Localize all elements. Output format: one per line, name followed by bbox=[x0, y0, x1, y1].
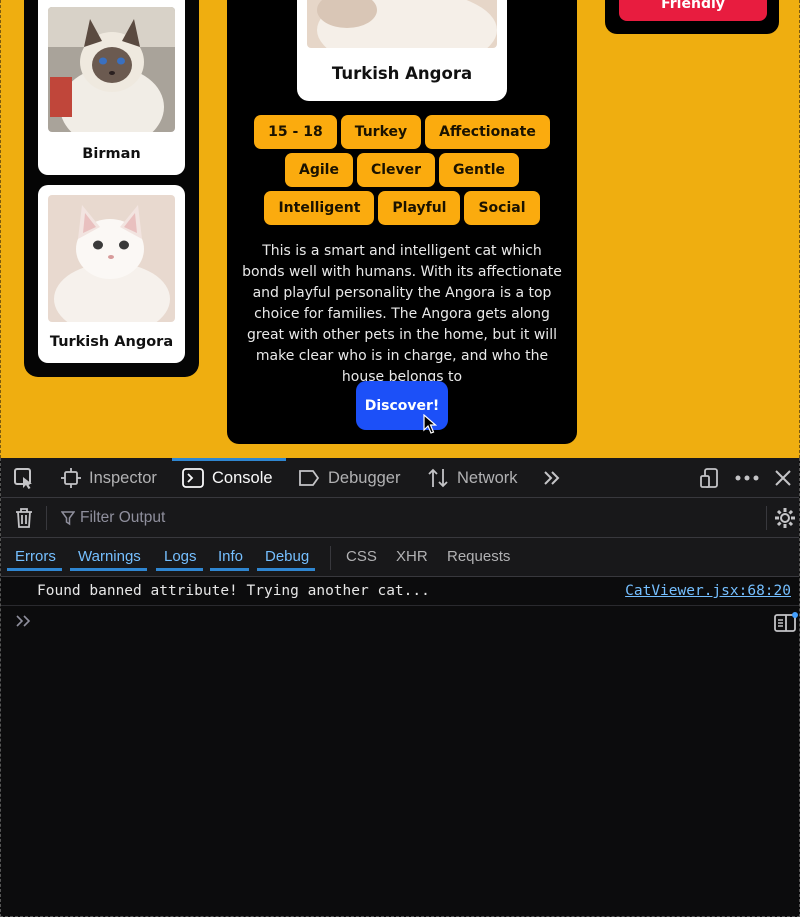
filter-output-input[interactable] bbox=[59, 506, 759, 530]
selected-cat-card: Turkish Angora bbox=[297, 0, 507, 101]
tag-temperament: Playful bbox=[378, 191, 461, 225]
tab-debugger-label: Debugger bbox=[328, 468, 401, 487]
element-picker-icon[interactable] bbox=[9, 458, 39, 498]
filter-errors-button[interactable]: Errors bbox=[7, 548, 62, 571]
tag-temperament: Gentle bbox=[439, 153, 519, 187]
console-message-text: Found banned attribute! Trying another c… bbox=[37, 583, 430, 599]
console-prompt-chevron-icon bbox=[16, 615, 31, 627]
console-filter-bar bbox=[1, 498, 799, 538]
toolbar-divider bbox=[330, 546, 331, 570]
cat-photo-turkish-angora bbox=[48, 195, 175, 322]
debugger-icon bbox=[299, 470, 320, 486]
filter-xhr-button[interactable]: XHR bbox=[396, 548, 428, 565]
filter-requests-button[interactable]: Requests bbox=[447, 548, 510, 565]
filter-info-button[interactable]: Info bbox=[210, 548, 250, 571]
tag-temperament: Intelligent bbox=[264, 191, 375, 225]
more-tabs-chevron-icon[interactable] bbox=[539, 458, 565, 498]
split-console-icon[interactable] bbox=[774, 612, 798, 639]
tag-temperament: Affectionate bbox=[425, 115, 550, 149]
filter-warnings-button[interactable]: Warnings bbox=[70, 548, 147, 571]
filter-logs-button[interactable]: Logs bbox=[156, 548, 203, 571]
tab-inspector-label: Inspector bbox=[89, 468, 157, 487]
cat-description: This is a smart and intelligent cat whic… bbox=[242, 243, 562, 385]
tag-temperament: Social bbox=[464, 191, 540, 225]
active-tab-indicator bbox=[172, 458, 286, 461]
cat-app-viewport: Birman Turkish Angora Turkish Angora 15 … bbox=[0, 0, 800, 458]
cat-detail-panel: Turkish Angora 15 - 18 Turkey Affectiona… bbox=[227, 0, 577, 444]
selected-cat-name: Turkish Angora bbox=[331, 64, 473, 83]
toolbar-divider bbox=[46, 506, 47, 530]
cat-photo-birman bbox=[48, 7, 175, 132]
more-options-icon[interactable] bbox=[733, 458, 761, 498]
cat-card-birman[interactable]: Birman bbox=[38, 0, 185, 175]
tab-inspector[interactable]: Inspector bbox=[57, 458, 161, 498]
tab-debugger[interactable]: Debugger bbox=[298, 458, 400, 498]
console-icon bbox=[182, 468, 204, 488]
tag-temperament: Clever bbox=[356, 153, 436, 187]
attribute-tag-list: 15 - 18 Turkey Affectionate Agile Clever… bbox=[237, 115, 567, 225]
tag-temperament: Agile bbox=[285, 153, 353, 187]
tab-network[interactable]: Network bbox=[427, 458, 518, 498]
banned-attribute-label: Friendly bbox=[661, 0, 725, 12]
network-icon bbox=[428, 468, 448, 488]
devtools-panel: Inspector Console Debugger Network Filte… bbox=[0, 458, 800, 917]
inspector-icon bbox=[61, 468, 81, 488]
console-message-row: Found banned attribute! Trying another c… bbox=[1, 577, 799, 606]
cat-card-turkish-angora[interactable]: Turkish Angora bbox=[38, 185, 185, 363]
banned-attributes-panel: Friendly bbox=[605, 0, 779, 34]
toolbar-divider bbox=[766, 506, 767, 530]
close-icon[interactable] bbox=[771, 458, 795, 498]
cat-list-sidebar: Birman Turkish Angora bbox=[24, 0, 199, 377]
banned-attribute-button[interactable]: Friendly bbox=[619, 0, 767, 21]
filter-debug-button[interactable]: Debug bbox=[257, 548, 316, 571]
cat-card-name: Turkish Angora bbox=[49, 334, 174, 350]
gear-icon[interactable] bbox=[773, 498, 797, 538]
console-message-source-link[interactable]: CatViewer.jsx:68:20 bbox=[625, 583, 791, 599]
selected-cat-photo bbox=[307, 0, 497, 48]
tag-origin: Turkey bbox=[340, 115, 422, 149]
filter-css-button[interactable]: CSS bbox=[346, 548, 377, 565]
mouse-cursor-icon bbox=[423, 414, 437, 434]
tag-lifespan: 15 - 18 bbox=[254, 115, 337, 149]
devtools-toolbar: Inspector Console Debugger Network bbox=[1, 458, 799, 498]
tab-console[interactable]: Console bbox=[172, 458, 286, 498]
tab-network-label: Network bbox=[457, 468, 518, 487]
log-level-filter-bar: Errors Warnings Logs Info Debug CSS XHR … bbox=[1, 538, 799, 577]
cat-card-name: Birman bbox=[82, 146, 141, 162]
tab-console-label: Console bbox=[212, 468, 273, 487]
trash-icon[interactable] bbox=[11, 498, 37, 538]
responsive-design-icon[interactable] bbox=[697, 458, 723, 498]
